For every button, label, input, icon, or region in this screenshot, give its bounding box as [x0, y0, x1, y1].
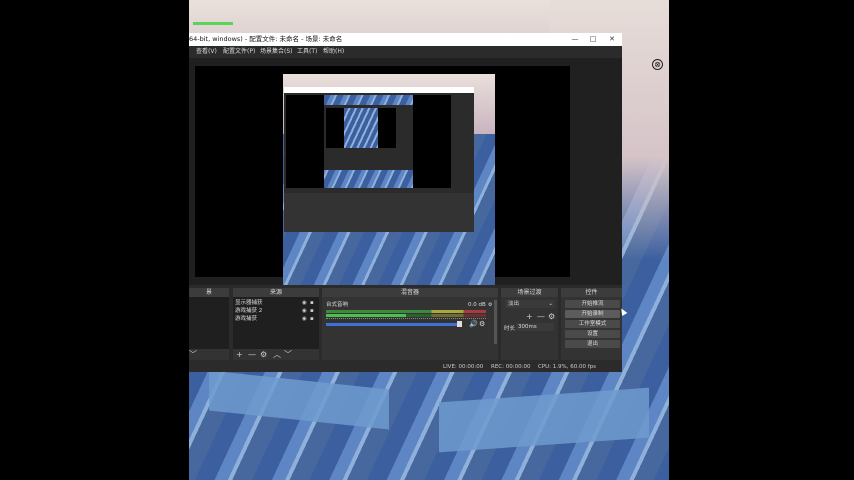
controls-dock: 控件 开始推流 开始录制 工作室模式 设置 退出 — [561, 288, 622, 360]
cpu-fps: CPU: 1.9%, 60.00 fps — [538, 364, 597, 370]
preview-canvas[interactable] — [195, 66, 570, 285]
track-db: 0.0 dB — [468, 302, 486, 308]
mixer-gear-icon[interactable]: ⚙ — [479, 320, 485, 328]
lock-icon[interactable]: ▪ — [310, 299, 314, 307]
chevron-down-icon: ⌄ — [548, 301, 553, 307]
menu-tools[interactable]: 工具(T) — [297, 46, 317, 58]
status-bar: LIVE: 00:00:00 REC: 00:00:00 CPU: 1.9%, … — [189, 363, 622, 372]
metal-platform — [209, 370, 389, 430]
studio-mode-button[interactable]: 工作室模式 — [565, 320, 620, 328]
menu-profile[interactable]: 配置文件(P) — [223, 46, 255, 58]
nested-preview-2 — [326, 108, 396, 148]
source-item[interactable]: 显示器捕获 ◉ ▪ — [235, 299, 315, 307]
dock-area: 景 ﹀ 来源 显示器捕获 ◉ ▪ 游戏捕获 2 ◉ ▪ 游戏捕获 ◉ ▪ + —… — [189, 285, 622, 372]
controls-header: 控件 — [561, 288, 622, 297]
source-label: 游戏捕获 — [235, 316, 258, 322]
duration-input[interactable]: 300ms — [516, 323, 554, 331]
source-item[interactable]: 游戏捕获 2 ◉ ▪ — [235, 307, 315, 315]
live-time: LIVE: 00:00:00 — [443, 364, 484, 370]
sources-toolbar: + — ⚙ ︿ ﹀ — [233, 350, 319, 360]
speaker-icon[interactable]: 🔊 — [469, 320, 478, 328]
add-source-icon[interactable]: + — [236, 350, 243, 360]
add-transition-icon[interactable]: + — [526, 312, 533, 322]
transitions-header: 场景过渡 — [501, 288, 558, 297]
rec-time: REC: 00:00:00 — [491, 364, 531, 370]
obs-window: 64-bit, windows) - 配置文件: 未命名 - 场景: 未命名 —… — [189, 33, 622, 372]
nested-obs-window — [284, 87, 474, 232]
start-recording-button[interactable]: 开始录制 — [565, 310, 620, 318]
sources-header: 来源 — [233, 288, 319, 297]
sources-dock: 来源 显示器捕获 ◉ ▪ 游戏捕获 2 ◉ ▪ 游戏捕获 ◉ ▪ + — ⚙ ︿… — [233, 288, 319, 360]
source-item[interactable]: 游戏捕获 ◉ ▪ — [235, 315, 315, 323]
menu-scene-collection[interactable]: 场景集合(S) — [260, 46, 293, 58]
source-label: 游戏捕获 2 — [235, 308, 263, 314]
transition-toolbar: + — ⚙ — [501, 312, 558, 322]
mixer-track: 台式音响 0.0 dB ⚙ — [326, 301, 492, 309]
audio-meter-right — [326, 314, 486, 317]
maximize-button[interactable]: □ — [584, 33, 602, 46]
nested-game — [324, 95, 413, 188]
track-settings-gear-icon[interactable]: ⚙ — [488, 301, 492, 309]
mixer-dock: 混音器 台式音响 0.0 dB ⚙ 🔊 ⚙ — [322, 288, 498, 360]
lock-icon[interactable]: ▪ — [310, 307, 314, 315]
source-label: 显示器捕获 — [235, 300, 263, 306]
nested-game-2 — [344, 108, 378, 148]
eye-icon[interactable]: ◉ — [302, 307, 307, 315]
lock-icon[interactable]: ▪ — [310, 315, 314, 323]
transitions-dock: 场景过渡 淡出 ⌄ + — ⚙ 时长 300ms — [501, 288, 558, 360]
metal-platform — [439, 387, 649, 453]
window-title: 64-bit, windows) - 配置文件: 未命名 - 场景: 未命名 — [189, 35, 343, 43]
scenes-header: 景 — [189, 288, 229, 297]
nested-obs-window-2 — [324, 105, 413, 170]
eye-icon[interactable]: ◉ — [302, 315, 307, 323]
menu-bar: 查看(V) 配置文件(P) 场景集合(S) 工具(T) 帮助(H) — [189, 46, 622, 58]
volume-slider[interactable] — [326, 323, 459, 326]
start-streaming-button[interactable]: 开始推流 — [565, 300, 620, 308]
transition-gear-icon[interactable]: ⚙ — [548, 312, 555, 322]
duration-label: 时长 — [504, 326, 516, 332]
close-button[interactable]: ✕ — [603, 33, 621, 46]
exit-button[interactable]: 退出 — [565, 340, 620, 348]
move-up-icon[interactable]: ︿ — [273, 350, 281, 360]
transition-selected: 淡出 — [508, 301, 520, 307]
track-label: 台式音响 — [326, 302, 349, 308]
remove-transition-icon[interactable]: — — [537, 312, 545, 322]
nested-title-bar — [284, 87, 474, 93]
preview-area — [189, 58, 622, 285]
volume-slider-handle[interactable] — [456, 321, 462, 327]
sources-list: 显示器捕获 ◉ ▪ 游戏捕获 2 ◉ ▪ 游戏捕获 ◉ ▪ — [233, 297, 319, 349]
scenes-toolbar: ﹀ — [189, 350, 229, 360]
title-bar: 64-bit, windows) - 配置文件: 未命名 - 场景: 未命名 —… — [189, 33, 622, 46]
captured-game — [283, 74, 495, 285]
menu-view[interactable]: 查看(V) — [196, 46, 217, 58]
mixer-header: 混音器 — [322, 288, 498, 297]
transition-select[interactable]: 淡出 ⌄ — [505, 300, 555, 308]
audio-meter-left — [326, 310, 486, 313]
health-bar — [193, 22, 233, 25]
scene-move-down-icon[interactable]: ﹀ — [189, 350, 197, 360]
minimize-button[interactable]: — — [566, 33, 584, 46]
menu-help[interactable]: 帮助(H) — [323, 46, 344, 58]
mixer-scrollbar[interactable] — [494, 300, 497, 344]
nested-preview — [286, 95, 451, 188]
eye-icon[interactable]: ◉ — [302, 299, 307, 307]
scenes-dock: 景 ﹀ — [189, 288, 229, 360]
remove-source-icon[interactable]: — — [248, 350, 256, 360]
settings-button[interactable]: 设置 — [565, 330, 620, 338]
nested-docks — [284, 193, 474, 232]
move-down-icon[interactable]: ﹀ — [284, 350, 292, 360]
scenes-list[interactable] — [189, 297, 229, 349]
source-properties-gear-icon[interactable]: ⚙ — [260, 350, 267, 360]
close-circle-icon[interactable]: ⊗ — [652, 59, 663, 70]
